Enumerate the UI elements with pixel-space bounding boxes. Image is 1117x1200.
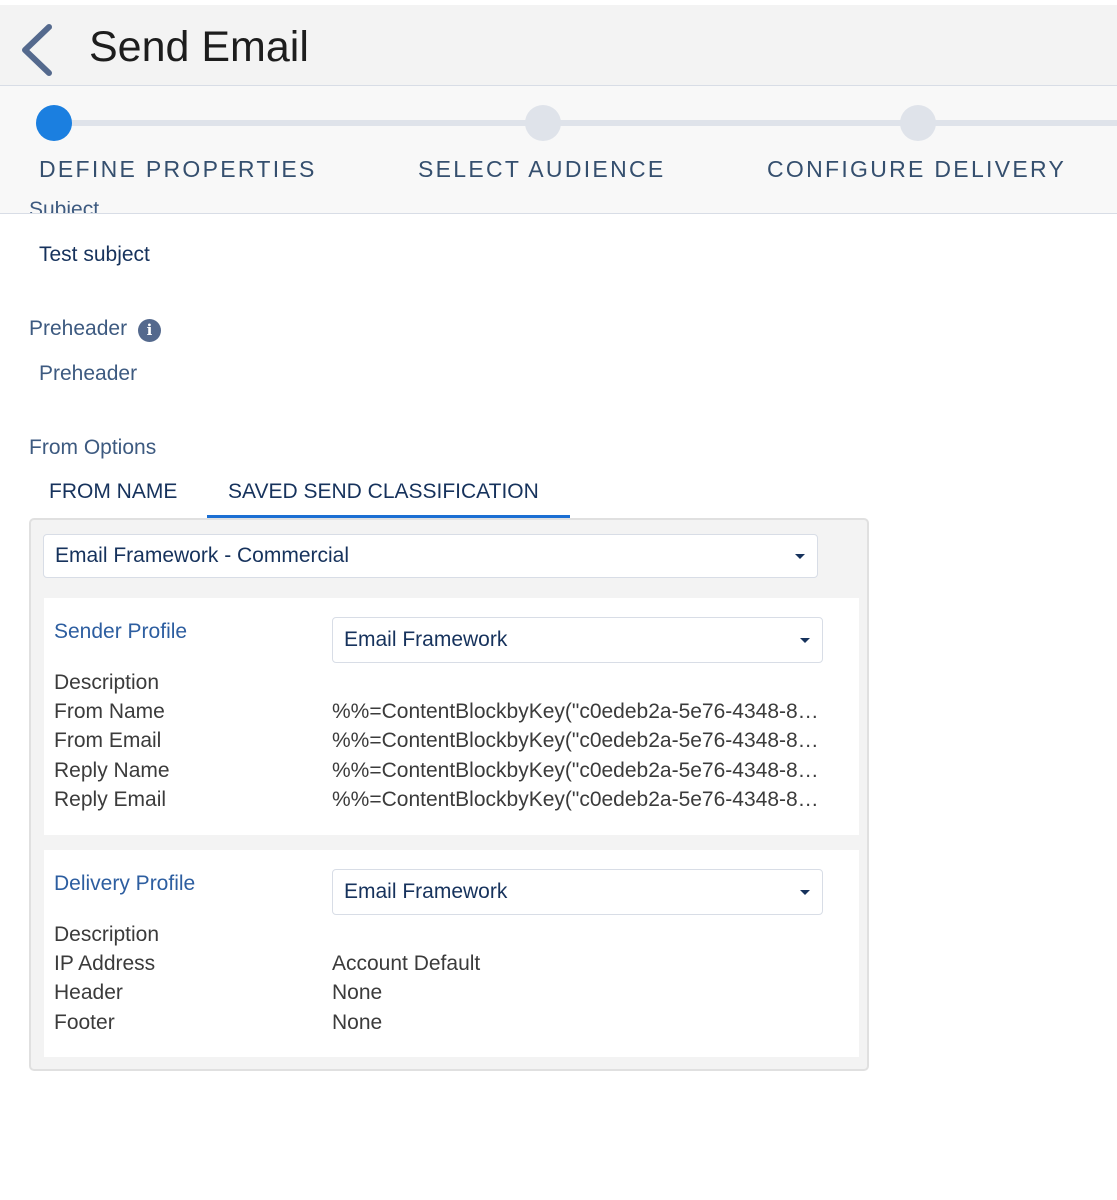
sender-from-name-label: From Name [54, 700, 165, 723]
from-options-label: From Options [29, 436, 157, 459]
delivery-profile-select[interactable]: Email Framework [332, 869, 823, 915]
sender-description-label: Description [54, 671, 160, 694]
delivery-ip-address-label: IP Address [54, 952, 156, 975]
step-dot-define-properties[interactable] [36, 105, 72, 141]
sender-from-name-value: %%=ContentBlockbyKey("c0edeb2a-5e76-4348… [332, 700, 819, 723]
delivery-header-value: None [332, 981, 383, 1004]
step-label-configure-delivery[interactable]: CONFIGURE DELIVERY [767, 156, 1066, 183]
step-track [54, 120, 1117, 126]
tab-from-name[interactable]: FROM NAME [49, 480, 177, 504]
step-dot-configure-delivery[interactable] [900, 105, 936, 141]
chevron-down-icon [800, 890, 810, 895]
tab-saved-send-classification[interactable]: SAVED SEND CLASSIFICATION [228, 480, 539, 504]
delivery-description-label: Description [54, 923, 160, 946]
progress-stepper: DEFINE PROPERTIES SELECT AUDIENCE CONFIG… [0, 86, 1117, 214]
delivery-footer-label: Footer [54, 1011, 115, 1034]
sender-profile-title: Sender Profile [54, 620, 188, 643]
subject-value[interactable]: Test subject [39, 243, 150, 267]
subject-label: Subject [29, 201, 100, 213]
step-label-define-properties[interactable]: DEFINE PROPERTIES [39, 156, 317, 183]
header-bar: Send Email [0, 5, 1117, 86]
preheader-label: Preheader [29, 317, 128, 340]
classification-select[interactable]: Email Framework - Commercial [43, 534, 818, 578]
preheader-value[interactable]: Preheader [39, 362, 137, 386]
sender-reply-name-label: Reply Name [54, 759, 170, 782]
step-dot-select-audience[interactable] [525, 105, 561, 141]
sender-reply-name-value: %%=ContentBlockbyKey("c0edeb2a-5e76-4348… [332, 759, 819, 782]
sender-profile-select[interactable]: Email Framework [332, 617, 823, 663]
saved-send-classification-panel: Email Framework - Commercial Sender Prof… [29, 518, 869, 1071]
delivery-ip-address-value: Account Default [332, 952, 481, 975]
delivery-profile-card: Delivery Profile Email Framework Descrip… [44, 850, 859, 1057]
page-title: Send Email [89, 23, 309, 71]
info-icon[interactable]: i [138, 319, 161, 342]
chevron-left-icon[interactable] [16, 23, 60, 77]
delivery-header-label: Header [54, 981, 123, 1004]
sender-from-email-label: From Email [54, 729, 162, 752]
chevron-down-icon [800, 638, 810, 643]
delivery-footer-value: None [332, 1011, 383, 1034]
chevron-down-icon [795, 554, 805, 559]
delivery-profile-title: Delivery Profile [54, 872, 196, 895]
sender-reply-email-label: Reply Email [54, 788, 167, 811]
step-label-select-audience[interactable]: SELECT AUDIENCE [418, 156, 666, 183]
sender-profile-card: Sender Profile Email Framework Descripti… [44, 598, 859, 835]
sender-reply-email-value: %%=ContentBlockbyKey("c0edeb2a-5e76-4348… [332, 788, 819, 811]
sender-from-email-value: %%=ContentBlockbyKey("c0edeb2a-5e76-4348… [332, 729, 819, 752]
